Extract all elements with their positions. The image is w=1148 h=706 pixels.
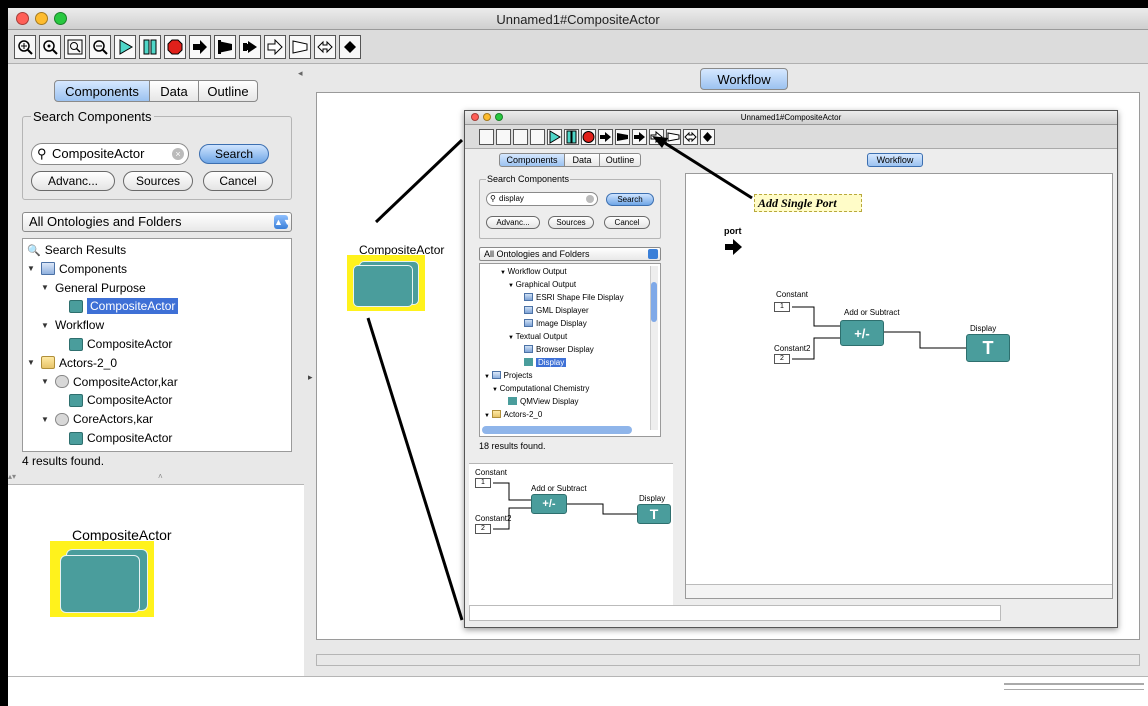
annotation-arrow-line [659, 138, 753, 200]
annotation-pointer [652, 136, 753, 200]
annotation-arrow-head-icon [652, 136, 668, 148]
